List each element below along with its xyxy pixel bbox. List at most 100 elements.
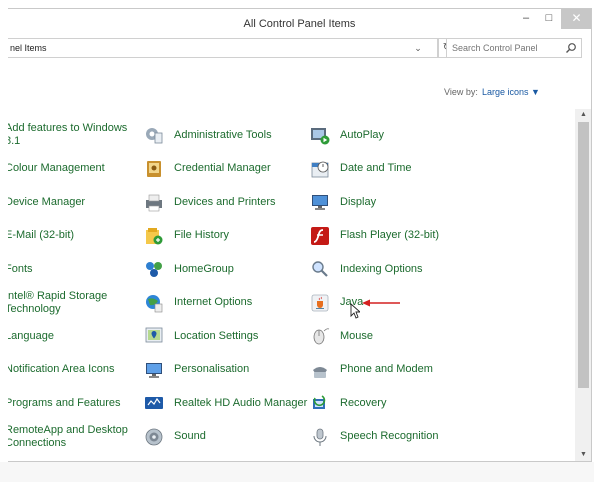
internet-options-icon (144, 293, 164, 313)
control-panel-item-label: Mouse (340, 329, 374, 342)
control-panel-item-label: Indexing Options (340, 262, 423, 275)
control-panel-item[interactable]: Realtek HD Audio Manager (144, 388, 307, 418)
window-title: All Control Panel Items (243, 18, 356, 30)
footer-area (0, 462, 594, 482)
view-by-dropdown[interactable]: Large icons ▼ (482, 87, 540, 97)
indexing-options-icon (310, 259, 330, 279)
control-panel-item-label: Credential Manager (174, 162, 271, 174)
control-panel-item[interactable]: Location Settings (144, 321, 258, 351)
control-panel-item[interactable]: Credential Manager (144, 154, 271, 184)
homegroup-icon (144, 259, 164, 279)
address-path: nel Items (10, 43, 47, 53)
scroll-thumb[interactable] (578, 122, 589, 388)
mouse-pointer-icon (350, 303, 360, 319)
administrative-tools-icon (144, 125, 164, 145)
red-arrow-annotation (362, 299, 400, 307)
control-panel-item-label: E-Mail (32-bit) (8, 229, 75, 241)
control-panel-item[interactable]: Recovery (310, 388, 386, 418)
control-panel-item-label: Device Manager (8, 195, 86, 208)
control-panel-item-label: Date and Time (340, 162, 412, 174)
control-panel-item-label: Colour Management (8, 162, 105, 174)
control-panel-item-label: RemoteApp and Desktop Connections (8, 423, 128, 449)
control-panel-item[interactable]: Devices and Printers (144, 187, 276, 217)
control-panel-item-label: Location Settings (174, 329, 259, 342)
search-icon[interactable] (565, 42, 577, 54)
mouse-icon (310, 326, 330, 346)
sound-icon (144, 427, 164, 447)
control-panel-item-label: Intel® Rapid Storage Technology (8, 289, 108, 315)
control-panel-item[interactable]: Programs and Features (8, 388, 121, 418)
display-icon (310, 192, 330, 212)
control-panel-item-label: Realtek HD Audio Manager (174, 396, 308, 409)
control-panel-window: All Control Panel Items – □ ✕ nel Items … (8, 8, 592, 462)
location-settings-icon (144, 326, 164, 346)
control-panel-item[interactable]: Fonts (8, 254, 33, 284)
control-panel-item[interactable]: Administrative Tools (144, 120, 272, 150)
view-by-label: View by: (444, 87, 478, 97)
maximize-button[interactable]: □ (538, 9, 560, 29)
control-panel-item[interactable]: Indexing Options (310, 254, 423, 284)
control-panel-item[interactable]: File History (144, 221, 229, 251)
control-panel-item[interactable]: E-Mail (32-bit) (8, 221, 74, 251)
java-icon (310, 293, 330, 313)
control-panel-item[interactable]: Date and Time (310, 154, 412, 184)
address-row: nel Items ⌄ ↻ (8, 38, 591, 60)
control-panel-item[interactable]: Colour Management (8, 154, 105, 184)
control-panel-item-label: Recovery (340, 396, 387, 409)
personalisation-icon (144, 360, 164, 380)
control-panel-item[interactable]: Notification Area Icons (8, 355, 114, 385)
control-panel-item[interactable]: Device Manager (8, 187, 85, 217)
minimize-button[interactable]: – (515, 9, 537, 29)
control-panel-item[interactable]: Intel® Rapid Storage Technology (8, 288, 107, 318)
control-panel-item-label: Fonts (8, 262, 33, 275)
control-panel-item[interactable]: Flash Player (32-bit) (310, 221, 439, 251)
control-panel-item[interactable]: Display (310, 187, 376, 217)
address-dropdown-button[interactable]: ⌄ (412, 38, 424, 58)
control-panel-item-label: Devices and Printers (174, 195, 276, 208)
control-panel-item[interactable]: Personalisation (144, 355, 249, 385)
control-panel-item-label: Speech Recognition (340, 430, 439, 442)
control-panel-item-label: Administrative Tools (174, 128, 272, 141)
devices-printers-icon (144, 192, 164, 212)
file-history-icon (144, 226, 164, 246)
control-panel-item[interactable]: RemoteApp and Desktop Connections (8, 422, 128, 452)
recovery-icon (310, 393, 330, 413)
control-panel-item-label: Programs and Features (8, 396, 121, 409)
control-panel-item-label: Add features to Windows8.1 (8, 122, 128, 147)
control-panel-item-label: Phone and Modem (340, 363, 433, 375)
control-panel-item[interactable]: Internet Options (144, 288, 252, 318)
autoplay-icon (310, 125, 330, 145)
control-panel-item[interactable]: Mouse (310, 321, 373, 351)
search-box[interactable] (446, 38, 582, 58)
title-bar[interactable]: All Control Panel Items – □ ✕ (8, 9, 591, 39)
items-grid: Add features to Windows8.1 Administrative… (8, 109, 572, 461)
control-panel-item-label: Internet Options (174, 296, 253, 308)
control-panel-item-label: Notification Area Icons (8, 363, 115, 375)
control-panel-item-label: HomeGroup (174, 262, 234, 275)
control-panel-item[interactable]: Add features to Windows8.1 (8, 120, 127, 150)
control-panel-item-label: Flash Player (32-bit) (340, 229, 440, 241)
control-panel-item[interactable]: AutoPlay (310, 120, 384, 150)
control-panel-item[interactable]: Phone and Modem (310, 355, 433, 385)
speech-recognition-icon (310, 427, 330, 447)
control-panel-item-label: AutoPlay (340, 128, 385, 141)
control-panel-item[interactable]: Language (8, 321, 54, 351)
credential-manager-icon (144, 159, 164, 179)
control-panel-item-label: Language (8, 329, 54, 342)
close-button[interactable]: ✕ (561, 9, 591, 29)
control-panel-item-label: Personalisation (174, 363, 250, 375)
search-input[interactable] (447, 39, 564, 57)
realtek-audio-icon (144, 393, 164, 413)
vertical-scrollbar[interactable]: ▲ ▼ (575, 109, 591, 461)
flash-player-icon (310, 226, 330, 246)
scroll-down-arrow[interactable]: ▼ (575, 449, 591, 461)
address-bar[interactable]: nel Items (8, 38, 438, 58)
date-time-icon (310, 159, 330, 179)
control-panel-item[interactable]: Speech Recognition (310, 422, 438, 452)
control-panel-item[interactable]: Sound (144, 422, 206, 452)
control-panel-item[interactable]: HomeGroup (144, 254, 234, 284)
phone-modem-icon (310, 360, 330, 380)
control-panel-item-label: File History (174, 229, 230, 241)
control-panel-item-label: Display (340, 195, 377, 208)
scroll-up-arrow[interactable]: ▲ (575, 109, 591, 121)
